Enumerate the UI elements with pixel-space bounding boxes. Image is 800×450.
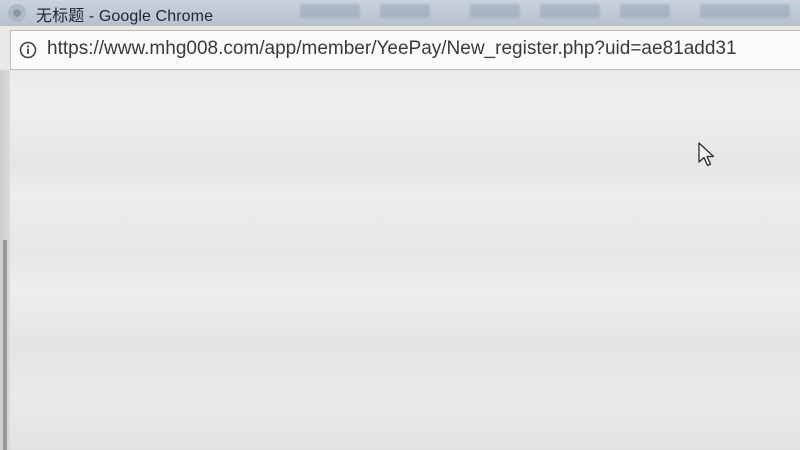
taskbar-blur-2 (380, 4, 430, 18)
taskbar-blur-6 (700, 4, 790, 18)
screen: 无标题 - Google Chrome https://www.mhg008.c… (0, 0, 800, 450)
taskbar-blur-5 (620, 4, 670, 18)
taskbar-blur-4 (540, 4, 600, 18)
window-shadow (3, 240, 7, 450)
chrome-icon (8, 4, 26, 22)
url-text[interactable]: https://www.mhg008.com/app/member/YeePay… (47, 38, 737, 60)
address-bar[interactable]: https://www.mhg008.com/app/member/YeePay… (10, 30, 800, 70)
taskbar-blur-3 (470, 4, 520, 18)
window-title: 无标题 - Google Chrome (36, 8, 214, 25)
info-icon[interactable] (19, 41, 37, 59)
mouse-cursor-icon (698, 142, 715, 167)
page-content-blank[interactable] (10, 72, 800, 450)
taskbar-blur-1 (300, 4, 360, 18)
title-bar: 无标题 - Google Chrome (0, 0, 800, 26)
